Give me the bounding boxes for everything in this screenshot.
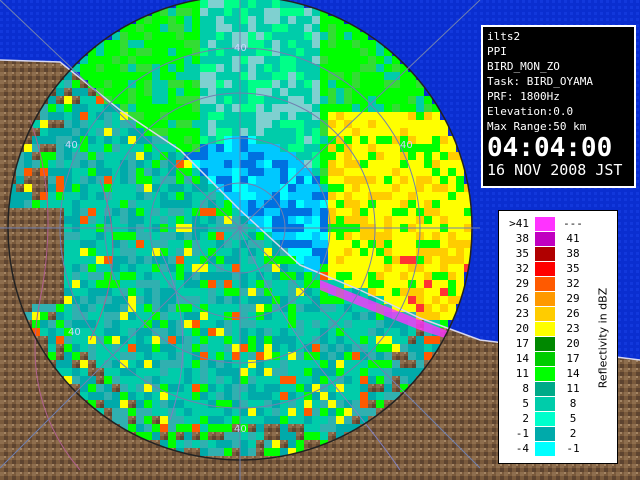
legend-low-value: -4 [515, 442, 529, 455]
legend-low-value: 26 [515, 292, 529, 305]
legend-row: 8 11 [499, 382, 617, 396]
legend-swatch [535, 352, 555, 366]
legend-low-value: 11 [515, 367, 529, 380]
legend-low-value: 2 [522, 412, 529, 425]
legend-high-value: 11 [566, 382, 580, 395]
task-name: Task: BIRD_OYAMA [487, 75, 593, 88]
legend-swatch [535, 322, 555, 336]
legend-swatch [535, 262, 555, 276]
legend-swatch [535, 292, 555, 306]
legend-low-value: 23 [515, 307, 529, 320]
legend-row: -1 2 [499, 427, 617, 441]
range-label-e: 40 [400, 140, 413, 151]
legend-high-value: 29 [566, 292, 580, 305]
legend-high-value: 26 [566, 307, 580, 320]
legend-row: 32 35 [499, 262, 617, 276]
legend-swatch [535, 427, 555, 441]
legend-low-value: 32 [515, 262, 529, 275]
legend-row: 23 26 [499, 307, 617, 321]
scan-date: 16 NOV 2008 JST [487, 161, 623, 179]
legend-low-value: 5 [522, 397, 529, 410]
legend-row: 26 29 [499, 292, 617, 306]
legend-high-value: 23 [566, 322, 580, 335]
legend-swatch [535, 367, 555, 381]
range-label-w: 40 [65, 140, 78, 151]
legend-row: 14 17 [499, 352, 617, 366]
scan-time: 04:04:00 [487, 133, 613, 163]
legend-high-value: 20 [566, 337, 580, 350]
legend-low-value: 20 [515, 322, 529, 335]
legend-swatch [535, 337, 555, 351]
legend-high-value: -1 [566, 442, 580, 455]
legend-low-value: 14 [515, 352, 529, 365]
range-label-s: 40 [234, 424, 247, 435]
legend-row: 29 32 [499, 277, 617, 291]
legend-row: 35 38 [499, 247, 617, 261]
legend-low-value: 38 [515, 232, 529, 245]
legend-high-value: --- [563, 217, 583, 230]
legend-high-value: 38 [566, 247, 580, 260]
legend-swatch [535, 307, 555, 321]
legend-row: 25 [499, 412, 617, 426]
scan-info-panel: ilts2 PPI BIRD_MON_ZO Task: BIRD_OYAMA P… [481, 25, 636, 188]
scan-mode: PPI [487, 45, 507, 58]
range-label-n: 40 [234, 43, 247, 54]
legend-high-value: 32 [566, 277, 580, 290]
legend-row: 38 41 [499, 232, 617, 246]
elevation-value: Elevation:0.0 [487, 105, 574, 118]
legend-swatch [535, 397, 555, 411]
product-name: BIRD_MON_ZO [487, 60, 560, 73]
legend-row: -4 -1 [499, 442, 617, 456]
radar-display: 40 40 40 40 40 ilts2 PPI BIRD_MON_ZO Tas… [0, 0, 640, 480]
legend-row: 20 23 [499, 322, 617, 336]
legend-high-value: 35 [566, 262, 580, 275]
legend-row: >41 --- [499, 217, 617, 231]
legend-low-value: -1 [515, 427, 529, 440]
legend-low-value: 8 [522, 382, 529, 395]
legend-swatch [535, 442, 555, 456]
legend-row: 17 20 [499, 337, 617, 351]
legend-swatch [535, 277, 555, 291]
legend-low-value: 35 [515, 247, 529, 260]
color-legend: Reflectivity in dBZ >41 --- 38 41 35 38 32 35 29… [498, 210, 618, 464]
legend-swatch [535, 412, 555, 426]
legend-high-value: 17 [566, 352, 580, 365]
legend-row: 58 [499, 397, 617, 411]
legend-low-value: 29 [515, 277, 529, 290]
prf-value: PRF: 1800Hz [487, 90, 560, 103]
legend-swatch [535, 382, 555, 396]
range-label-sw: 40 [68, 327, 81, 338]
legend-low-value: 17 [515, 337, 529, 350]
legend-swatch [535, 217, 555, 231]
legend-high-value: 8 [569, 397, 577, 410]
legend-swatch [535, 232, 555, 246]
legend-high-value: 41 [566, 232, 580, 245]
legend-swatch [535, 247, 555, 261]
legend-row: 11 14 [499, 367, 617, 381]
legend-low-value: >41 [509, 217, 529, 230]
radar-name: ilts2 [487, 30, 521, 43]
legend-high-value: 5 [569, 412, 577, 425]
max-range-value: Max Range:50 km [487, 120, 587, 133]
legend-high-value: 2 [569, 427, 577, 440]
legend-high-value: 14 [566, 367, 580, 380]
